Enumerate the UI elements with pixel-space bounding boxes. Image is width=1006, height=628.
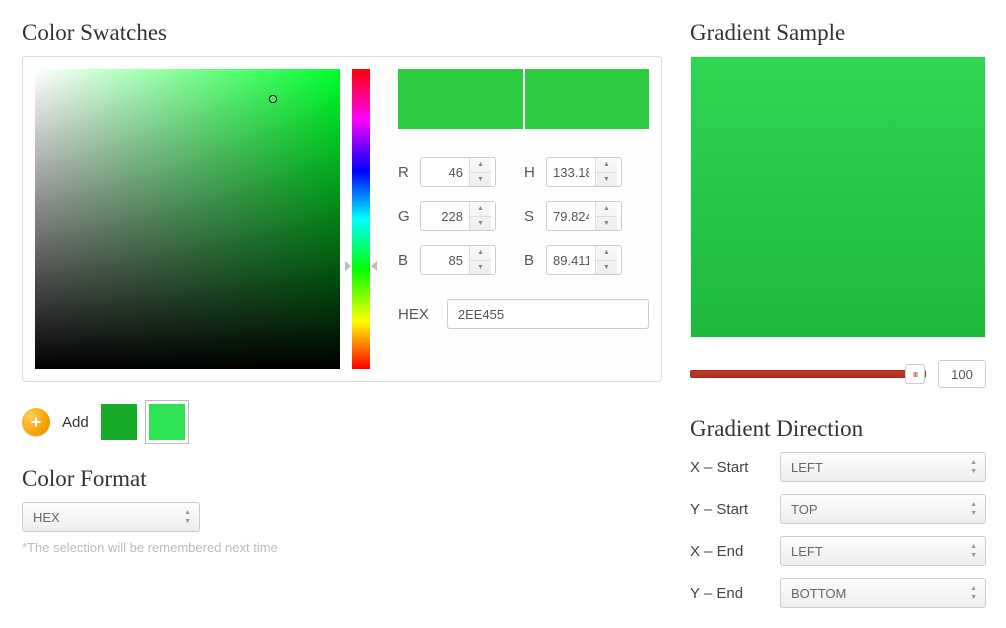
swatch-0[interactable]	[101, 404, 137, 440]
select-color-format[interactable]: HEX ▲ ▼	[22, 502, 200, 532]
add-swatch-button[interactable]: +	[22, 408, 50, 436]
hue-thumb-left[interactable]	[345, 261, 351, 271]
stepper-up-icon[interactable]: ▲	[596, 246, 617, 261]
label-r: R	[398, 164, 412, 181]
gradient-preview	[690, 56, 986, 338]
heading-color-format: Color Format	[22, 466, 662, 492]
input-s-field[interactable]	[547, 202, 595, 230]
input-g[interactable]: ▲▼	[420, 201, 496, 231]
label-hex: HEX	[398, 306, 429, 323]
label-h: H	[524, 164, 538, 181]
heading-gradient-sample: Gradient Sample	[690, 20, 986, 46]
heading-color-swatches: Color Swatches	[22, 20, 662, 46]
input-g-field[interactable]	[421, 202, 469, 230]
stepper-down-icon[interactable]: ▼	[596, 173, 617, 187]
input-v[interactable]: ▲▼	[546, 245, 622, 275]
label-s: S	[524, 208, 538, 225]
input-b[interactable]: ▲▼	[420, 245, 496, 275]
select-y-start-value: TOP	[791, 502, 818, 517]
chevron-down-icon: ▼	[970, 552, 977, 559]
select-y-end-value: BOTTOM	[791, 586, 846, 601]
stepper-up-icon[interactable]: ▲	[596, 158, 617, 173]
saturation-value-area[interactable]	[35, 69, 340, 369]
label-v: B	[524, 252, 538, 269]
heading-gradient-direction: Gradient Direction	[690, 416, 986, 442]
chevron-up-icon: ▲	[970, 585, 977, 592]
input-b-field[interactable]	[421, 246, 469, 274]
chevron-up-icon: ▲	[970, 543, 977, 550]
select-x-end[interactable]: LEFT ▲ ▼	[780, 536, 986, 566]
label-y-end: Y – End	[690, 585, 780, 602]
chevron-up-icon: ▲	[184, 509, 191, 516]
input-h[interactable]: ▲▼	[546, 157, 622, 187]
stepper-down-icon[interactable]: ▼	[470, 173, 491, 187]
input-hex[interactable]	[447, 299, 649, 329]
label-x-end: X – End	[690, 543, 780, 560]
label-x-start: X – Start	[690, 459, 780, 476]
select-y-end[interactable]: BOTTOM ▲ ▼	[780, 578, 986, 608]
input-r-field[interactable]	[421, 158, 469, 186]
input-r[interactable]: ▲▼	[420, 157, 496, 187]
chevron-down-icon: ▼	[970, 468, 977, 475]
chevron-down-icon: ▼	[184, 518, 191, 525]
color-picker-panel: R ▲▼ G ▲▼	[22, 56, 662, 382]
chevron-down-icon: ▼	[970, 510, 977, 517]
opacity-slider-thumb[interactable]: ııı	[905, 364, 925, 384]
hue-slider[interactable]	[352, 69, 370, 369]
label-g: G	[398, 208, 412, 225]
opacity-value[interactable]	[938, 360, 986, 388]
input-v-field[interactable]	[547, 246, 595, 274]
label-y-start: Y – Start	[690, 501, 780, 518]
stepper-down-icon[interactable]: ▼	[470, 217, 491, 231]
input-h-field[interactable]	[547, 158, 595, 186]
input-s[interactable]: ▲▼	[546, 201, 622, 231]
select-x-start-value: LEFT	[791, 460, 823, 475]
plus-icon: +	[31, 413, 42, 431]
chevron-down-icon: ▼	[970, 594, 977, 601]
stepper-up-icon[interactable]: ▲	[596, 202, 617, 217]
stepper-down-icon[interactable]: ▼	[470, 261, 491, 275]
select-color-format-value: HEX	[33, 510, 60, 525]
stepper-down-icon[interactable]: ▼	[596, 261, 617, 275]
stepper-up-icon[interactable]: ▲	[470, 202, 491, 217]
add-swatch-label: Add	[62, 414, 89, 431]
swatch-1[interactable]	[149, 404, 185, 440]
chevron-up-icon: ▲	[970, 459, 977, 466]
format-hint: The selection will be remembered next ti…	[22, 540, 662, 555]
label-b: B	[398, 252, 412, 269]
select-x-start[interactable]: LEFT ▲ ▼	[780, 452, 986, 482]
opacity-slider[interactable]: ııı	[690, 370, 926, 378]
select-y-start[interactable]: TOP ▲ ▼	[780, 494, 986, 524]
color-preview-current	[398, 69, 523, 129]
chevron-up-icon: ▲	[970, 501, 977, 508]
stepper-up-icon[interactable]: ▲	[470, 158, 491, 173]
color-preview-new	[525, 69, 650, 129]
stepper-down-icon[interactable]: ▼	[596, 217, 617, 231]
stepper-up-icon[interactable]: ▲	[470, 246, 491, 261]
hue-thumb-right[interactable]	[371, 261, 377, 271]
sv-cursor[interactable]	[269, 95, 277, 103]
select-x-end-value: LEFT	[791, 544, 823, 559]
